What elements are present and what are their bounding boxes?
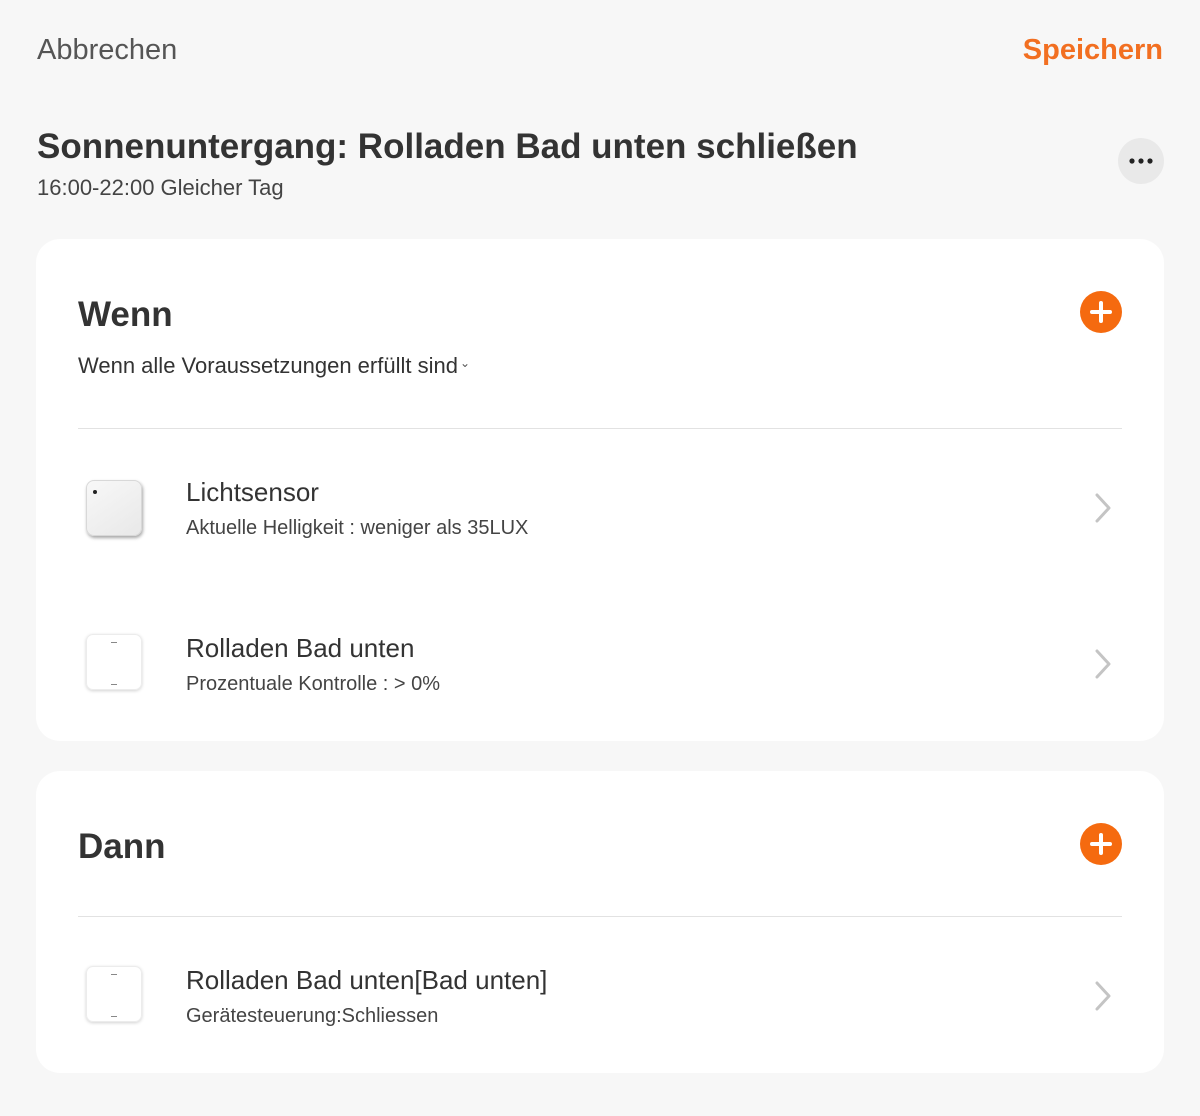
cancel-button[interactable]: Abbrechen [37,34,177,67]
condition-detail: Prozentuale Kontrolle : > 0% [186,673,441,695]
then-actions-card: Dann Rolladen Bad unten[Bad unten] Gerät… [36,771,1164,1073]
chevron-right-icon [1095,981,1111,1011]
if-conditions-card: Wenn Wenn alle Voraussetzungen erfüllt s… [36,239,1164,741]
chevron-down-icon: ⌄ [459,356,471,370]
condition-detail: Aktuelle Helligkeit : weniger als 35LUX [186,517,529,539]
more-options-button[interactable] [1118,138,1164,184]
then-section-title: Dann [78,827,166,866]
add-action-button[interactable] [1080,823,1122,865]
condition-row-curtain[interactable]: Rolladen Bad unten Prozentuale Kontrolle… [36,604,1164,724]
chevron-right-icon [1095,649,1111,679]
divider [78,428,1122,429]
curtain-controller-icon [86,966,142,1022]
if-section-title: Wenn [78,295,173,334]
action-device-name: Rolladen Bad unten[Bad unten] [186,965,548,995]
more-dots-icon [1129,158,1153,164]
action-row-curtain[interactable]: Rolladen Bad unten[Bad unten] Gerätesteu… [36,936,1164,1056]
action-detail: Gerätesteuerung:Schliessen [186,1005,439,1027]
chevron-right-icon [1095,493,1111,523]
scene-title[interactable]: Sonnenuntergang: Rolladen Bad unten schl… [37,125,1097,169]
top-bar: Abbrechen Speichern [0,0,1200,104]
save-button[interactable]: Speichern [1023,34,1163,67]
divider [78,916,1122,917]
condition-mode-dropdown[interactable]: Wenn alle Voraussetzungen erfüllt sind ⌄ [78,353,470,379]
scene-time-range: 16:00-22:00 Gleicher Tag [37,175,284,200]
condition-mode-label: Wenn alle Voraussetzungen erfüllt sind [78,353,458,378]
curtain-controller-icon [86,634,142,690]
condition-device-name: Rolladen Bad unten [186,633,415,663]
condition-row-light-sensor[interactable]: Lichtsensor Aktuelle Helligkeit : wenige… [36,448,1164,568]
condition-device-name: Lichtsensor [186,477,319,507]
scene-header: Sonnenuntergang: Rolladen Bad unten schl… [37,125,1097,201]
add-condition-button[interactable] [1080,291,1122,333]
light-sensor-icon [86,480,142,536]
